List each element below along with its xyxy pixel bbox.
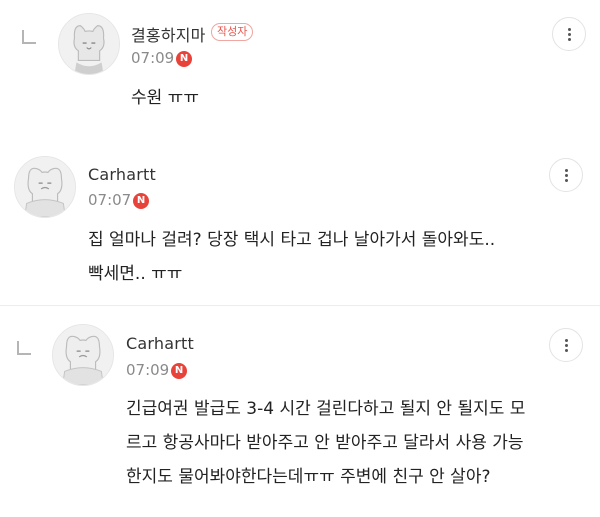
more-dot xyxy=(568,28,571,31)
default-profile-icon xyxy=(53,325,113,385)
more-dot xyxy=(565,174,568,177)
more-options-button[interactable] xyxy=(549,328,583,362)
more-dot xyxy=(568,38,571,41)
avatar[interactable] xyxy=(52,324,114,386)
more-dot xyxy=(568,33,571,36)
comment-body: 집 얼마나 걸려? 당장 택시 타고 겁나 날아가서 돌아와도.. 빡세면.. … xyxy=(88,223,495,291)
comment-line: 한지도 물어봐야한다는데ㅠㅠ 주변에 친구 안 살아? xyxy=(126,467,491,487)
comment-author[interactable]: Carhartt xyxy=(88,165,156,184)
author-badge: 작성자 xyxy=(211,23,254,41)
reply-indicator-icon xyxy=(17,341,31,355)
more-dot xyxy=(565,339,568,342)
comment-item: Carhartt 07:07 N 집 얼마나 걸려? 당장 택시 타고 겁나 날… xyxy=(0,150,600,305)
more-dot xyxy=(565,179,568,182)
reply-indicator-icon xyxy=(22,30,36,44)
comment-time: 07:07 xyxy=(88,191,132,209)
comment-line: 빡세면.. ㅠㅠ xyxy=(88,264,183,284)
comment-line: 긴급여권 발급도 3-4 시간 걸린다하고 될지 안 될지도 모 xyxy=(126,399,526,419)
new-icon: N xyxy=(176,51,192,67)
comment-item: 결홍하지마 작성자 07:09 N 수원 ㅠㅠ xyxy=(0,0,600,150)
more-options-button[interactable] xyxy=(552,17,586,51)
comment-line: 집 얼마나 걸려? 당장 택시 타고 겁나 날아가서 돌아와도.. xyxy=(88,230,496,250)
avatar[interactable] xyxy=(14,156,76,218)
comment-line: 르고 항공사마다 받아주고 안 받아주고 달라서 사용 가능 xyxy=(126,433,524,453)
more-dot xyxy=(565,344,568,347)
comment-item: Carhartt 07:09 N 긴급여권 발급도 3-4 시간 걸린다하고 될… xyxy=(0,306,600,517)
default-profile-icon xyxy=(59,14,119,74)
more-dot xyxy=(565,169,568,172)
comment-time: 07:09 xyxy=(126,361,170,379)
new-icon: N xyxy=(133,193,149,209)
avatar[interactable] xyxy=(58,13,120,75)
comment-body: 수원 ㅠㅠ xyxy=(131,81,199,115)
more-options-button[interactable] xyxy=(549,158,583,192)
more-dot xyxy=(565,349,568,352)
comment-body: 긴급여권 발급도 3-4 시간 걸린다하고 될지 안 될지도 모 르고 항공사마… xyxy=(126,392,525,494)
default-profile-icon xyxy=(15,157,75,217)
comment-author[interactable]: 결홍하지마 xyxy=(131,22,206,46)
comment-line: 수원 ㅠㅠ xyxy=(131,88,199,108)
comment-author[interactable]: Carhartt xyxy=(126,334,194,353)
new-icon: N xyxy=(171,363,187,379)
comment-time: 07:09 xyxy=(131,49,175,67)
